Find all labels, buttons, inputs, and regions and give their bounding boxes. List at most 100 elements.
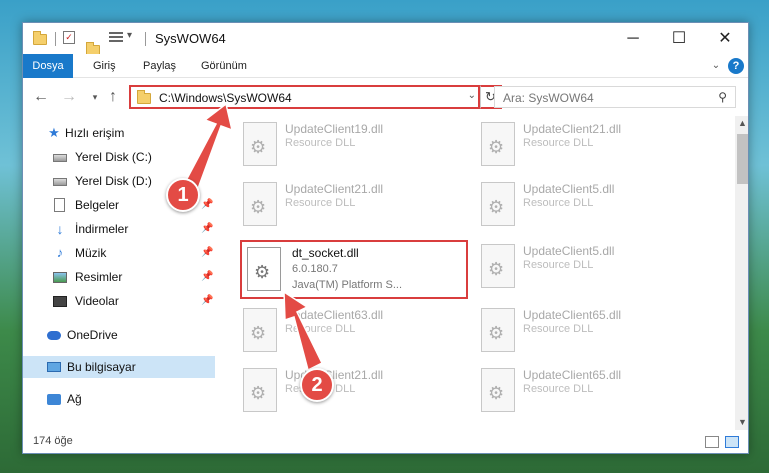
file-item[interactable]: UpdateClient5.dll Resource DLL [473,178,703,234]
dll-file-icon [243,122,277,166]
file-name: UpdateClient21.dll [285,182,384,196]
back-button[interactable]: ← [31,88,51,106]
nav-item-label: Belgeler [75,198,120,212]
dll-file-icon [481,308,515,352]
up-button[interactable]: ↑ [103,88,123,106]
tab-share[interactable]: Paylaş [131,54,188,78]
pin-icon[interactable]: 📌 [201,218,213,240]
music-icon: ♪ [56,245,64,260]
network-icon [47,394,61,405]
address-dropdown-icon[interactable]: ⌄ [468,90,476,101]
details-view-icon[interactable] [705,436,719,448]
forward-button[interactable]: → [59,88,79,106]
nav-item-label: Videolar [75,294,119,308]
quick-access-dropdown-icon[interactable]: ▾ [127,30,132,46]
star-icon: ★ [48,125,60,140]
expand-ribbon-icon[interactable]: ⌄ [710,60,722,72]
disk-icon [53,154,67,162]
address-path: C:\Windows\SysWOW64 [159,91,292,105]
file-name: UpdateClient5.dll [523,244,615,258]
dll-file-icon [243,308,277,352]
file-name: dt_socket.dll [292,246,359,260]
file-type: Resource DLL [285,197,356,209]
nav-item-label: Ağ [67,392,82,406]
nav-item-label: Yerel Disk (C:) [75,150,152,164]
file-type: Resource DLL [285,137,356,149]
vertical-scrollbar[interactable]: ▲ ▼ [735,116,748,430]
nav-item-videos[interactable]: Videolar 📌 [23,290,215,312]
dll-file-icon [247,247,281,291]
address-bar[interactable]: C:\Windows\SysWOW64 ⌄ [129,85,480,109]
file-name: UpdateClient19.dll [285,122,384,136]
scroll-thumb[interactable] [737,134,748,184]
folder-icon [33,31,47,45]
nav-item-music[interactable]: ♪ Müzik 📌 [23,242,215,264]
dll-file-icon [481,182,515,226]
status-bar: 174 öğe [23,430,748,453]
window-title: SysWOW64 [155,31,226,46]
pin-icon[interactable]: 📌 [201,290,213,312]
file-item[interactable]: UpdateClient21.dll Resource DLL [235,178,465,234]
close-button[interactable]: ✕ [702,23,748,54]
pin-icon[interactable]: 📌 [201,266,213,288]
navigation-bar: ← → ▾ ↑ C:\Windows\SysWOW64 ⌄ ↻ Ara: Sys… [23,78,748,116]
nav-item-downloads[interactable]: ↓ İndirmeler 📌 [23,218,215,240]
nav-item-label: OneDrive [67,328,118,342]
step-badge-2: 2 [300,368,334,402]
step-badge-1: 1 [166,178,200,212]
dll-file-icon [243,368,277,412]
nav-item-quick-access[interactable]: ★ Hızlı erişim [23,122,215,144]
file-type: Resource DLL [523,197,594,209]
nav-item-label: Resimler [75,270,123,284]
nav-item-pictures[interactable]: Resimler 📌 [23,266,215,288]
file-item[interactable]: UpdateClient21.dll Resource DLL [473,118,703,174]
pin-icon[interactable]: 📌 [201,194,213,216]
file-list: UpdateClient19.dll Resource DLL UpdateCl… [219,116,735,430]
nav-item-disk-c[interactable]: Yerel Disk (C:) [23,146,215,168]
file-item[interactable]: UpdateClient21.dll Resource DLL [235,364,465,420]
file-item[interactable]: UpdateClient19.dll Resource DLL [235,118,465,174]
tab-file[interactable]: Dosya [23,54,73,78]
search-input[interactable]: Ara: SysWOW64 ⚲ [494,86,736,108]
dll-file-icon [481,368,515,412]
recent-locations-icon[interactable]: ▾ [85,88,105,106]
tab-home[interactable]: Giriş [81,54,128,78]
folder-icon [137,90,151,104]
nav-item-onedrive[interactable]: OneDrive [23,324,215,346]
downloads-icon: ↓ [56,221,64,237]
file-name: UpdateClient21.dll [523,122,622,136]
ribbon: Dosya Giriş Paylaş Görünüm ⌄ ? [23,54,748,78]
file-type: Resource DLL [523,259,594,271]
dll-file-icon [481,244,515,288]
nav-item-label: Hızlı erişim [65,126,125,140]
help-icon[interactable]: ? [728,58,744,74]
maximize-button[interactable]: ☐ [656,23,702,54]
nav-item-this-pc[interactable]: Bu bilgisayar [23,356,215,378]
file-type: Resource DLL [523,137,594,149]
file-item-highlighted[interactable]: dt_socket.dll 6.0.180.7 Java(TM) Platfor… [240,240,468,299]
scroll-down-icon[interactable]: ▼ [735,415,748,430]
pictures-icon [53,272,67,283]
dll-file-icon [481,122,515,166]
divider [55,32,56,46]
minimize-button[interactable]: ─ [610,23,656,54]
file-name: UpdateClient63.dll [285,308,384,322]
file-type: Resource DLL [285,323,356,335]
dll-file-icon [243,182,277,226]
file-item[interactable]: UpdateClient63.dll Resource DLL [235,304,465,360]
tiles-view-icon[interactable] [725,436,739,448]
tab-view[interactable]: Görünüm [189,54,259,78]
nav-item-label: Yerel Disk (D:) [75,174,152,188]
nav-item-network[interactable]: Ağ [23,388,215,410]
scroll-up-icon[interactable]: ▲ [735,116,748,131]
customize-quick-access-icon[interactable] [109,31,123,43]
file-item[interactable]: UpdateClient5.dll Resource DLL [473,240,703,296]
file-item[interactable]: UpdateClient65.dll Resource DLL [473,364,703,420]
computer-icon [47,362,61,372]
documents-icon [54,198,65,212]
file-item[interactable]: UpdateClient65.dll Resource DLL [473,304,703,360]
nav-item-label: Müzik [75,246,107,260]
properties-check-icon[interactable]: ✓ [63,31,75,44]
pin-icon[interactable]: 📌 [201,242,213,264]
file-name: UpdateClient65.dll [523,308,622,322]
